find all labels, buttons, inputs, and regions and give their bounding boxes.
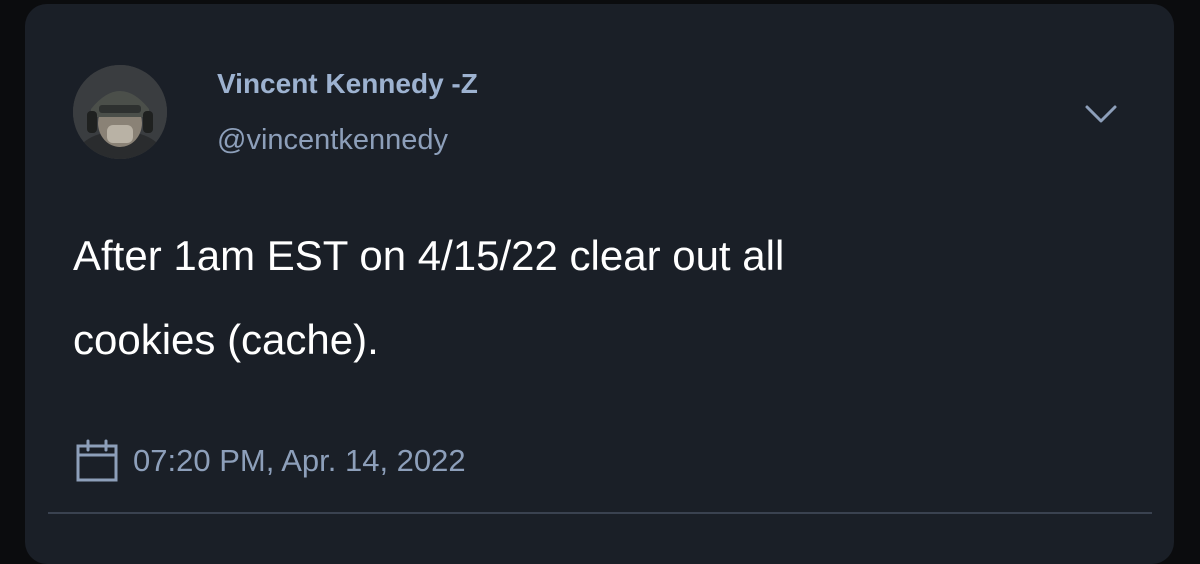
tweet-timestamp[interactable]: 07:20 PM, Apr. 14, 2022 (133, 443, 466, 479)
tweet-card: Vincent Kennedy -Z @vincentkennedy After… (25, 4, 1174, 564)
tweet-text-line: cookies (cache). (73, 316, 379, 363)
tweet-text: After 1am EST on 4/15/22 clear out all c… (73, 214, 1073, 382)
divider (48, 512, 1152, 514)
author-name[interactable]: Vincent Kennedy -Z (217, 68, 478, 100)
author-handle[interactable]: @vincentkennedy (217, 124, 448, 157)
chevron-down-icon[interactable] (1083, 102, 1119, 126)
tweet-text-line: After 1am EST on 4/15/22 clear out all (73, 232, 785, 279)
avatar[interactable] (73, 65, 167, 159)
calendar-icon (76, 439, 118, 482)
tweet-date-row: 07:20 PM, Apr. 14, 2022 (75, 438, 466, 484)
